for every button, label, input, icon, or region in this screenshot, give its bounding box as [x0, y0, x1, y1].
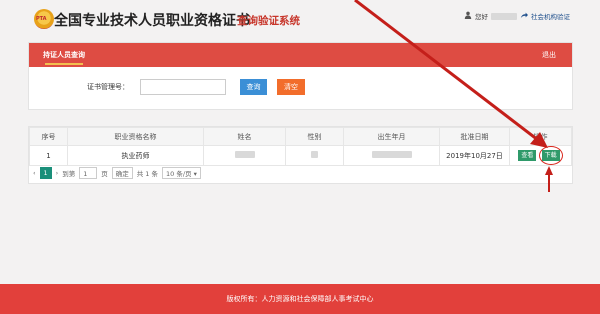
query-panel: 持证人员查询 退出 证书管理号： 查询 清空 [28, 42, 573, 110]
cell-qualification: 执业药师 [67, 145, 204, 166]
cell-birth [343, 145, 440, 166]
cell-approval-date: 2019年10月27日 [439, 145, 510, 166]
total-count: 共 1 条 [136, 170, 158, 178]
col-actions: 操作 [509, 127, 572, 146]
prev-page-icon[interactable]: ‹ [33, 169, 36, 177]
greeting-text: 您好 [475, 13, 488, 21]
exit-link[interactable]: 退出 [542, 43, 556, 67]
user-greeting: 您好 [464, 11, 517, 21]
col-approval-date: 批准日期 [439, 127, 510, 146]
page-size-select[interactable]: 10 条/页 ▾ [162, 167, 201, 179]
col-index: 序号 [29, 127, 68, 146]
gender-redacted [311, 151, 318, 158]
logo-text: PTA [36, 16, 47, 22]
username-redacted [491, 12, 517, 20]
download-button[interactable]: 下载 [541, 150, 560, 161]
col-qualification: 职业资格名称 [67, 127, 204, 146]
user-icon [464, 11, 472, 21]
page-current[interactable]: 1 [39, 167, 52, 179]
cert-number-input[interactable] [140, 79, 226, 95]
panel-header-bar: 持证人员查询 退出 [29, 43, 572, 67]
page-subtitle: 查询验证系统 [237, 15, 300, 27]
col-birth: 出生年月 [343, 127, 440, 146]
results-table: 序号 职业资格名称 姓名 性别 出生年月 批准日期 操作 1 执业药师 2019… [28, 126, 573, 184]
download-highlight: 下载 [538, 146, 563, 165]
next-page-icon[interactable]: › [56, 169, 59, 177]
share-icon [520, 11, 528, 21]
table-row: 1 执业药师 2019年10月27日 查看 下载 [29, 145, 572, 166]
name-redacted [234, 151, 255, 158]
cell-name [203, 145, 286, 166]
page-size-value: 10 条/页 [166, 170, 192, 178]
goto-label: 到第 [62, 170, 76, 178]
cell-gender [285, 145, 344, 166]
top-header: PTA 全国专业技术人员职业资格证书 查询验证系统 您好 社会机构验证 [0, 0, 600, 36]
tab-holder-query[interactable]: 持证人员查询 [43, 43, 85, 67]
cert-number-label: 证书管理号： [87, 83, 129, 91]
pagination: ‹ 1 › 到第 1 页 确定 共 1 条 10 条/页 ▾ [33, 167, 201, 179]
cell-actions: 查看 下载 [509, 145, 572, 166]
col-name: 姓名 [203, 127, 286, 146]
search-row: 证书管理号： 查询 清空 [29, 69, 574, 109]
org-verify-link[interactable]: 社会机构验证 [520, 11, 570, 21]
page-title: 全国专业技术人员职业资格证书 [54, 13, 250, 29]
view-button[interactable]: 查看 [518, 150, 537, 161]
footer: 版权所有：人力资源和社会保障部人事考试中心 [0, 284, 600, 314]
query-button[interactable]: 查询 [240, 79, 267, 95]
org-verify-label[interactable]: 社会机构验证 [531, 11, 570, 21]
clear-button[interactable]: 清空 [277, 79, 305, 95]
goto-confirm-button[interactable]: 确定 [111, 167, 133, 179]
birth-redacted [371, 151, 412, 158]
table-header-row: 序号 职业资格名称 姓名 性别 出生年月 批准日期 操作 [29, 127, 572, 146]
cell-index: 1 [29, 145, 68, 166]
page-unit: 页 [101, 170, 108, 178]
goto-page-input[interactable]: 1 [79, 167, 98, 179]
col-gender: 性别 [285, 127, 344, 146]
